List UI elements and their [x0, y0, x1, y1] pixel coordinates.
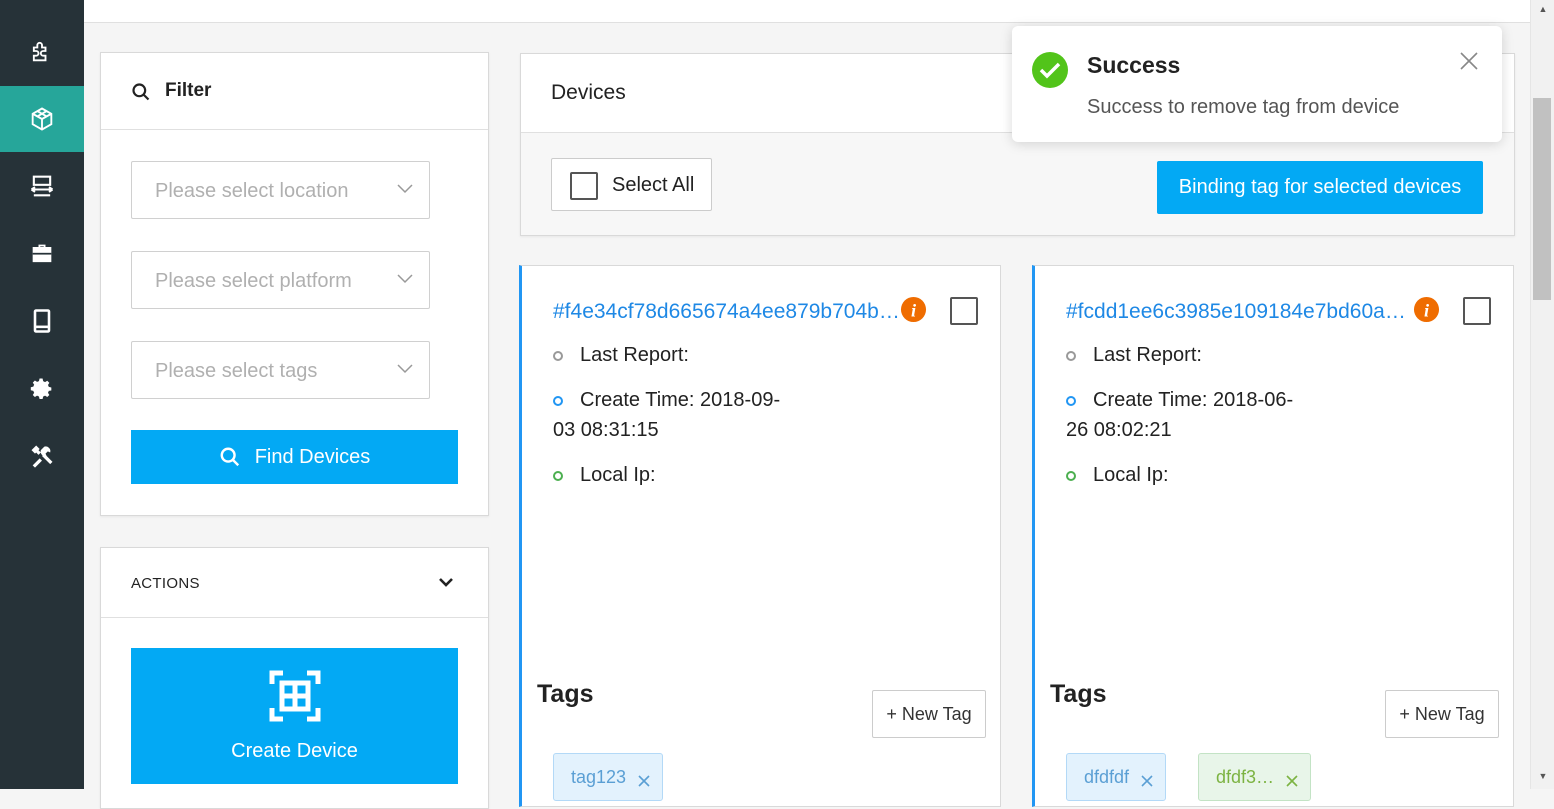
create-device-label: Create Device	[231, 739, 358, 762]
sidebar-item-devices[interactable]	[0, 86, 84, 152]
svg-text:i: i	[1424, 300, 1429, 320]
last-report-label: Last Report:	[1093, 344, 1202, 366]
create-time-line2: 26 08:02:21	[1066, 419, 1172, 441]
status-dot	[553, 396, 563, 406]
select-all-label: Select All	[612, 174, 695, 196]
svg-text:i: i	[911, 300, 916, 320]
tag-chip: tag123	[553, 753, 664, 801]
tablet-icon	[33, 309, 51, 333]
close-icon[interactable]	[1460, 52, 1478, 70]
chevron-down-icon	[397, 274, 413, 284]
tools-icon	[31, 445, 53, 468]
briefcase-icon	[32, 244, 52, 263]
scroll-up-icon[interactable]: ▲	[1531, 0, 1554, 18]
sidebar-item-tools[interactable]	[0, 423, 84, 489]
scrollbar[interactable]: ▲ ▼	[1530, 0, 1554, 789]
tags-placeholder: Please select tags	[155, 360, 318, 382]
binding-tag-button[interactable]: Binding tag for selected devices	[1157, 161, 1483, 214]
actions-header[interactable]: ACTIONS	[101, 548, 488, 618]
devices-toolbar: Select All Binding tag for selected devi…	[521, 133, 1514, 235]
gear-icon	[30, 378, 52, 400]
tag-label: dfdf3…	[1216, 766, 1275, 787]
platform-placeholder: Please select platform	[155, 270, 352, 292]
tags-title: Tags	[1050, 680, 1107, 708]
close-icon[interactable]	[1286, 775, 1298, 787]
select-all-checkbox[interactable]	[570, 172, 598, 200]
info-icon[interactable]: i	[1413, 296, 1440, 323]
actions-title: ACTIONS	[131, 575, 200, 592]
devices-title: Devices	[551, 81, 626, 104]
platform-select[interactable]: Please select platform	[131, 251, 430, 309]
close-icon[interactable]	[1141, 775, 1153, 787]
cube-icon	[31, 107, 53, 131]
device-checkbox[interactable]	[1463, 297, 1491, 325]
tag-chip: dfdf3…	[1198, 753, 1312, 801]
sidebar	[0, 0, 84, 789]
tag-chip: dfdfdf	[1066, 753, 1167, 801]
find-devices-button[interactable]: Find Devices	[131, 430, 458, 484]
sidebar-item-tablet[interactable]	[0, 288, 84, 354]
actions-panel: ACTIONS Create Device	[100, 547, 489, 809]
chevron-down-icon	[439, 578, 453, 587]
local-ip-label: Local Ip:	[580, 464, 656, 486]
device-id-link[interactable]: #fcdd1ee6c3985e109184e7bd60a2c7e1	[1066, 300, 1414, 324]
device-card: #fcdd1ee6c3985e109184e7bd60a2c7e1 i Last…	[1032, 265, 1514, 807]
status-dot	[553, 351, 563, 361]
filter-header: Filter	[101, 53, 488, 130]
success-toast: Success Success to remove tag from devic…	[1012, 26, 1502, 142]
last-report-label: Last Report:	[580, 344, 689, 366]
tag-label: dfdfdf	[1084, 766, 1130, 787]
search-icon	[220, 447, 239, 467]
select-all-button[interactable]: Select All	[551, 158, 712, 211]
create-time-line1: Create Time: 2018-06-	[1093, 389, 1294, 411]
add-square-icon	[269, 670, 320, 721]
create-time-line1: Create Time: 2018-09-	[580, 389, 781, 411]
tag-label: tag123	[571, 766, 627, 787]
filter-title: Filter	[165, 80, 212, 101]
tags-select[interactable]: Please select tags	[131, 341, 430, 399]
puzzle-icon	[32, 41, 47, 62]
close-icon[interactable]	[638, 775, 650, 787]
sidebar-item-rack[interactable]	[0, 153, 84, 219]
toast-title: Success	[1087, 52, 1181, 78]
check-circle-icon	[1032, 52, 1068, 88]
create-time-line2: 03 08:31:15	[553, 419, 659, 441]
status-dot	[553, 471, 563, 481]
chevron-down-icon	[397, 184, 413, 194]
scroll-down-icon[interactable]: ▼	[1531, 767, 1554, 785]
status-dot	[1066, 351, 1076, 361]
local-ip-label: Local Ip:	[1093, 464, 1169, 486]
new-tag-button[interactable]: + New Tag	[1385, 690, 1499, 738]
filter-panel: Filter Please select location Please sel…	[100, 52, 489, 516]
status-dot	[1066, 396, 1076, 406]
chevron-down-icon	[397, 364, 413, 374]
sidebar-item-jobs[interactable]	[0, 221, 84, 287]
find-devices-label: Find Devices	[254, 445, 371, 468]
location-placeholder: Please select location	[155, 180, 349, 202]
sidebar-item-settings[interactable]	[0, 356, 84, 422]
info-icon[interactable]: i	[900, 296, 927, 323]
top-bar	[84, 0, 1530, 23]
sidebar-item-plugins[interactable]	[0, 18, 84, 84]
device-card: #f4e34cf78d665674a4ee879b704bdb5c i Last…	[519, 265, 1001, 807]
create-device-button[interactable]: Create Device	[131, 648, 458, 784]
device-id-link[interactable]: #f4e34cf78d665674a4ee879b704bdb5c	[553, 300, 901, 324]
search-icon	[132, 83, 150, 101]
new-tag-button[interactable]: + New Tag	[872, 690, 986, 738]
toast-message: Success to remove tag from device	[1087, 96, 1400, 118]
device-checkbox[interactable]	[950, 297, 978, 325]
devices-rack-icon	[30, 175, 54, 197]
tags-title: Tags	[537, 680, 594, 708]
location-select[interactable]: Please select location	[131, 161, 430, 219]
scroll-thumb[interactable]	[1533, 98, 1551, 300]
status-dot	[1066, 471, 1076, 481]
